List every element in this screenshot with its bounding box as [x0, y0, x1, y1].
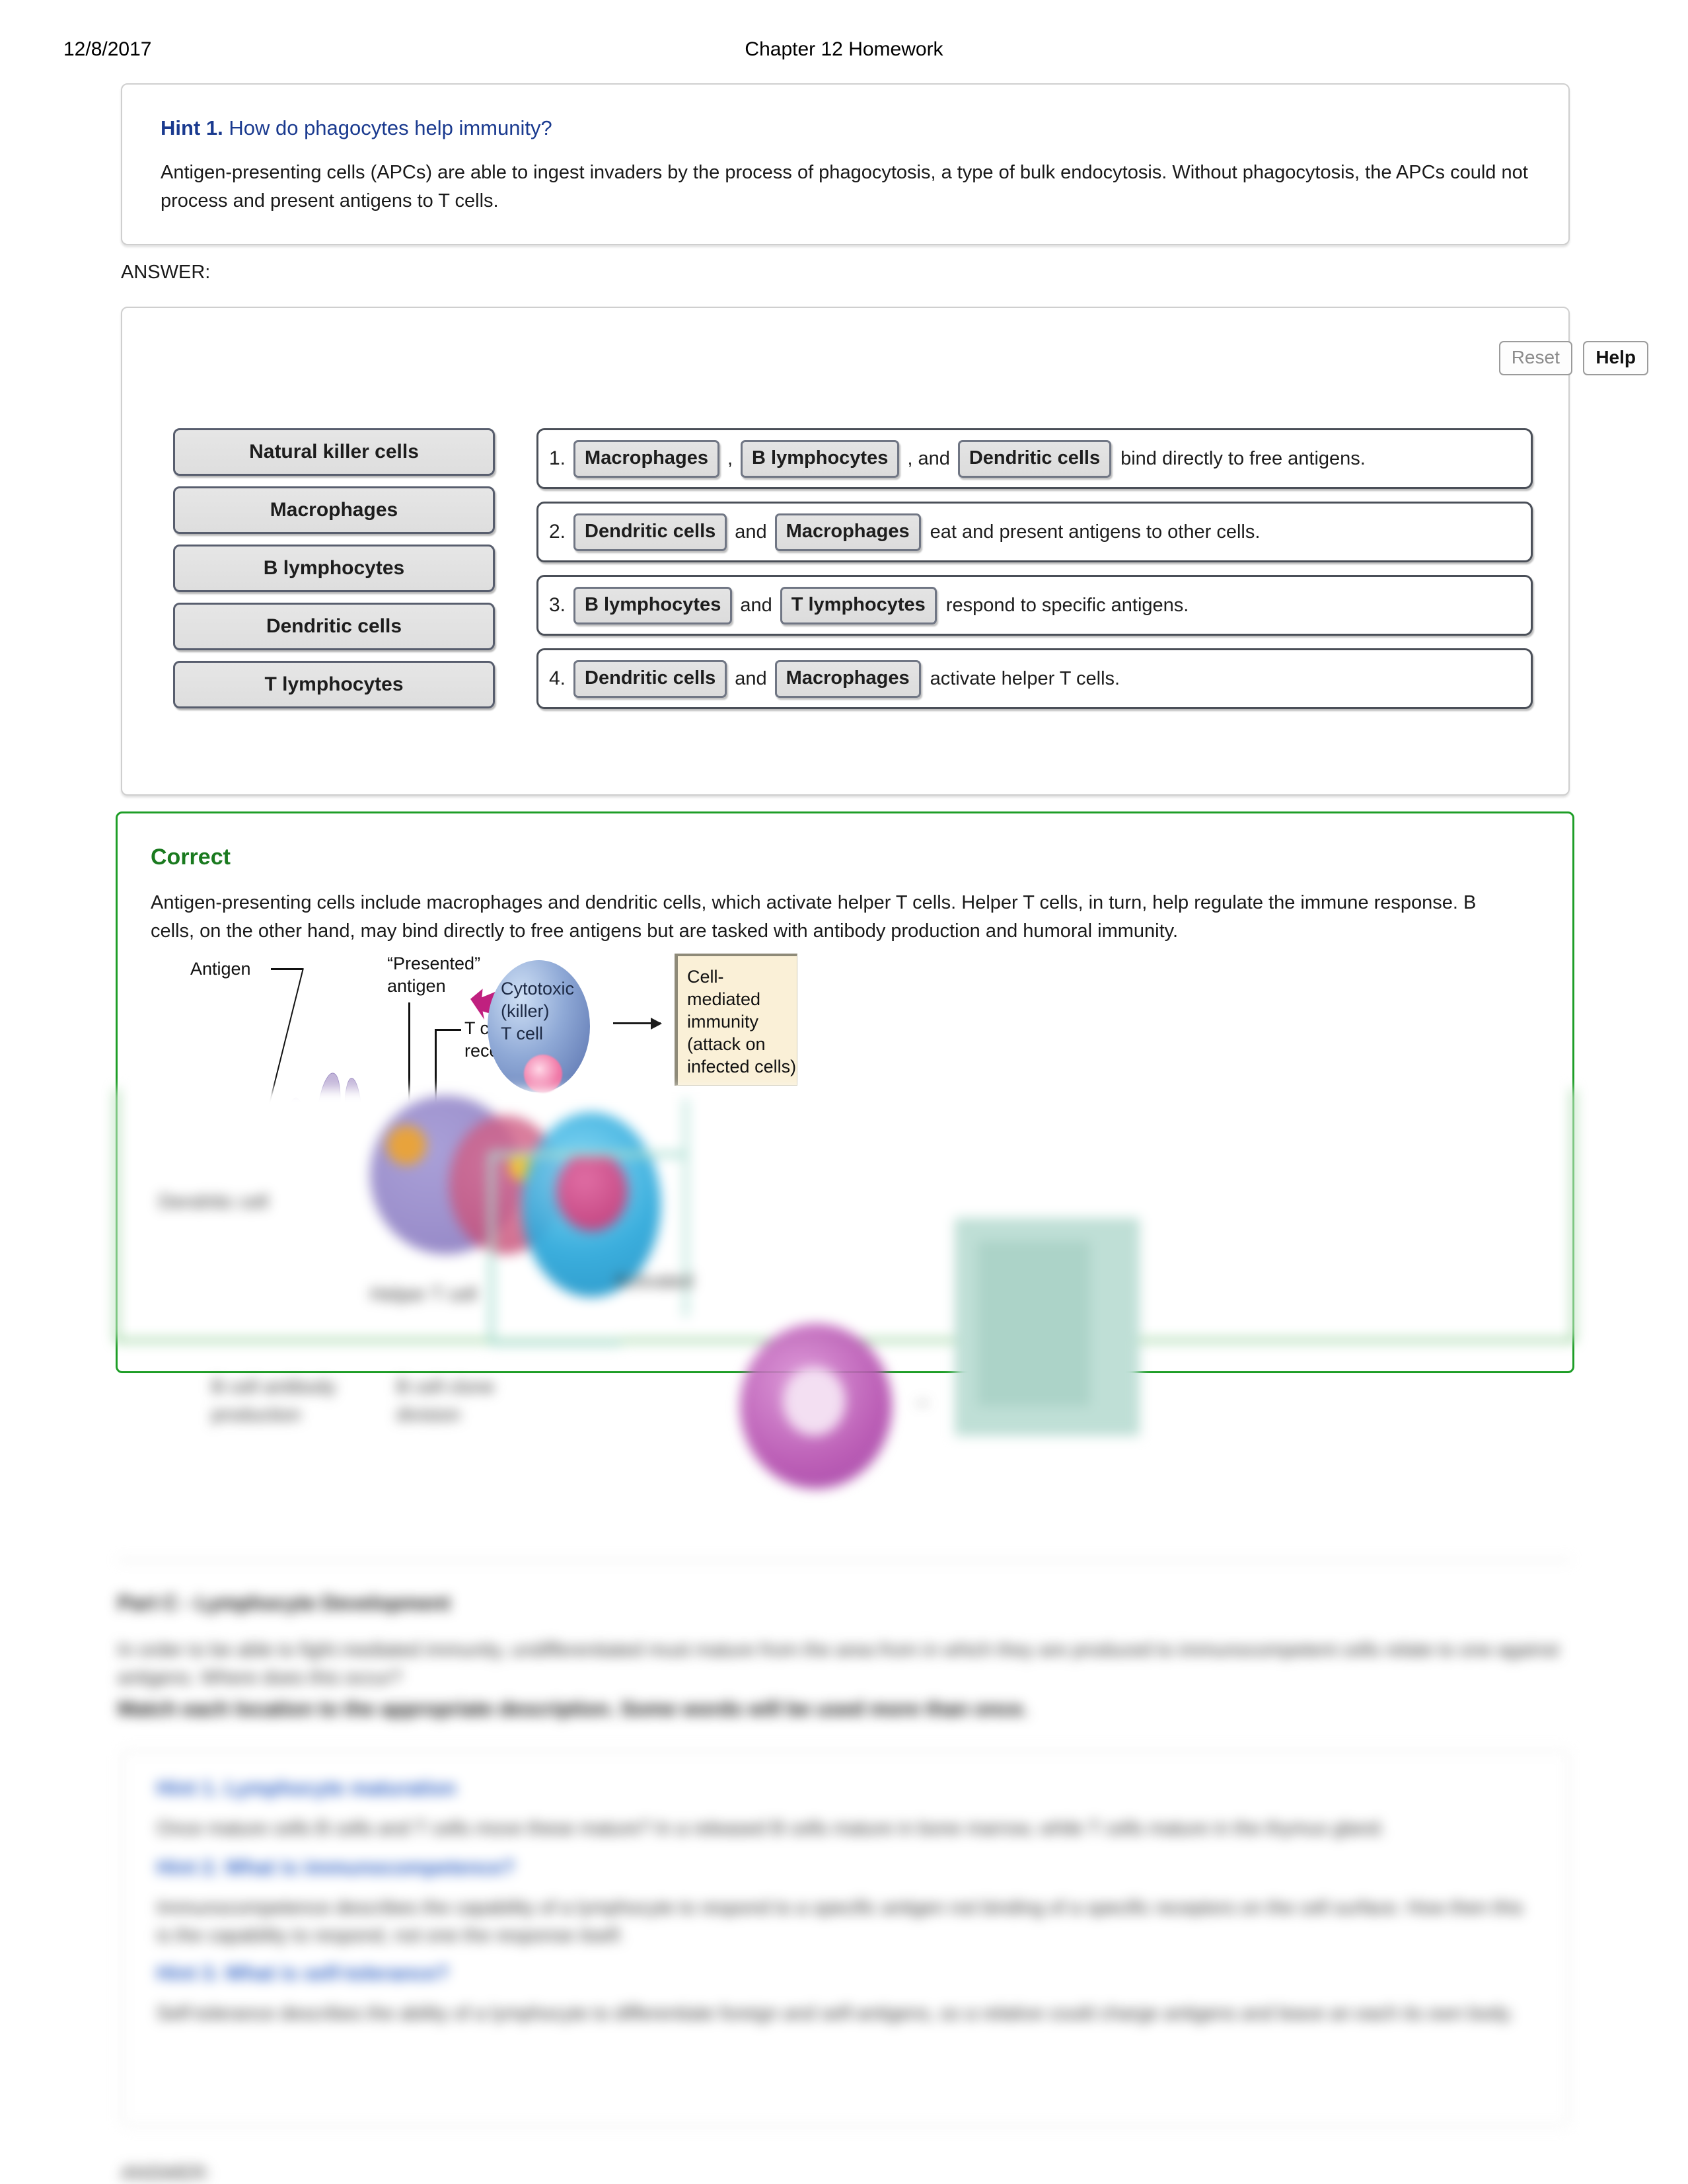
row-connector: and: [735, 521, 767, 543]
drop-slot-tile[interactable]: Dendritic cells: [573, 659, 727, 698]
help-button[interactable]: Help: [1583, 341, 1648, 375]
blurred-hint-title[interactable]: Hint 1. Lymphocyte maturation: [157, 1776, 457, 1800]
answer-row: 4. Dendritic cells and Macrophages activ…: [536, 648, 1533, 709]
hint-panel: Hint 1. How do phagocytes help immunity?…: [121, 83, 1570, 245]
blurred-figure-label: Dendritic cell: [159, 1191, 268, 1213]
figure-label-presented-antigen: “Presented” antigen: [387, 954, 481, 996]
blurred-outcome-box-text: [978, 1241, 1090, 1406]
row-number: 4.: [549, 667, 566, 689]
blurred-part-paragraph: In order to be able to fight mediated im…: [118, 1639, 1559, 1688]
blurred-figure-label: B cell antibody production: [211, 1376, 336, 1425]
blurred-answer-label: ANSWER:: [121, 2163, 211, 2184]
feedback-body-text: Antigen-presenting cells include macroph…: [151, 892, 1477, 942]
row-tail-text: activate helper T cells.: [930, 667, 1120, 689]
cell-mediated-immunity-box: Cell-mediated immunity (attack on infect…: [675, 954, 797, 1086]
blurred-divider: [118, 1560, 1571, 1561]
feedback-panel-continuation: [116, 1089, 1574, 1341]
answer-rows: 1. Macrophages , B lymphocytes , and Den…: [536, 428, 1533, 722]
answer-label: ANSWER:: [121, 262, 211, 283]
row-connector: and: [740, 594, 772, 616]
drop-slot-tile[interactable]: B lymphocytes: [573, 586, 733, 624]
drop-slot-tile[interactable]: Dendritic cells: [957, 439, 1112, 478]
blurred-nucleus-art: [783, 1367, 846, 1436]
drop-slot-tile[interactable]: Dendritic cells: [573, 513, 727, 551]
blurred-hint-text: Self-tolerance describes the ability of …: [157, 2003, 1514, 2024]
drop-slot-tile[interactable]: B lymphocytes: [741, 439, 900, 478]
word-bank-tile[interactable]: Macrophages: [173, 486, 495, 534]
hint-label: Hint 1.: [161, 116, 223, 139]
word-bank-tile[interactable]: Natural killer cells: [173, 428, 495, 476]
hint-heading: Hint 1. How do phagocytes help immunity?: [161, 116, 552, 140]
row-number: 1.: [549, 447, 566, 469]
blurred-connector-line: [489, 1152, 687, 1157]
figure-label-antigen: Antigen: [190, 959, 251, 979]
blurred-figure-label: Activated: [614, 1271, 694, 1292]
drop-slot-tile[interactable]: Macrophages: [774, 659, 921, 698]
status-badge: Correct: [151, 845, 231, 870]
blurred-connector-line: [489, 1152, 494, 1343]
row-connector: and: [735, 667, 767, 689]
row-tail-text: respond to specific antigens.: [945, 594, 1189, 616]
word-bank: Natural killer cells Macrophages B lymph…: [173, 428, 495, 719]
print-title: Chapter 12 Homework: [745, 38, 943, 60]
answer-row: 2. Dendritic cells and Macrophages eat a…: [536, 502, 1533, 562]
blurred-part-instruction: Match each location to the appropriate d…: [118, 1697, 1029, 1720]
blurred-figure-label: Helper T cell: [370, 1284, 477, 1305]
figure-label-cytotoxic-tcell: Cytotoxic (killer) T cell: [501, 979, 575, 1043]
blurred-connector-line: [489, 1340, 621, 1345]
reset-button[interactable]: Reset: [1498, 341, 1572, 375]
hint-question: How do phagocytes help immunity?: [223, 116, 552, 139]
word-bank-tile[interactable]: T lymphocytes: [173, 661, 495, 708]
printed-homework-page: 12/8/2017 Chapter 12 Homework Hint 1. Ho…: [0, 0, 1688, 2184]
word-bank-tile[interactable]: B lymphocytes: [173, 545, 495, 592]
hint-body-text: Antigen-presenting cells (APCs) are able…: [161, 162, 1528, 211]
print-header: 12/8/2017 Chapter 12 Homework: [0, 38, 1688, 65]
row-tail-text: eat and present antigens to other cells.: [930, 521, 1261, 543]
cytotoxic-tcell-nucleus: [524, 1055, 562, 1093]
drop-slot-tile[interactable]: Macrophages: [573, 439, 719, 478]
answer-row: 3. B lymphocytes and T lymphocytes respo…: [536, 575, 1533, 636]
blurred-nucleus-art: [556, 1152, 628, 1231]
drop-slot-tile[interactable]: Macrophages: [774, 513, 921, 551]
activity-toolbar: Reset Help: [1491, 341, 1648, 375]
row-number: 2.: [549, 521, 566, 543]
blurred-hint-text: Immunocompetence describes the capabilit…: [157, 1897, 1523, 1946]
figure-arrow-icon: [613, 1018, 662, 1030]
word-bank-tile[interactable]: Dendritic cells: [173, 603, 495, 650]
blurred-organelle-art: [386, 1125, 426, 1165]
antigen-leader-line: [271, 968, 303, 970]
blurred-hint-title[interactable]: Hint 3. What is self-tolerance?: [157, 1961, 449, 1985]
blurred-figure-label: B cell clone division: [396, 1376, 495, 1425]
row-connector: , and: [907, 447, 950, 469]
blurred-part-heading: Part C - Lymphocyte Development: [118, 1591, 451, 1614]
row-connector: ,: [727, 447, 733, 469]
row-number: 3.: [549, 594, 566, 616]
answer-row: 1. Macrophages , B lymphocytes , and Den…: [536, 428, 1533, 489]
blurred-hint-text: Once mature cells B cells and T cells mo…: [157, 1818, 1385, 1839]
tcell-receptor-leader: [435, 1029, 461, 1031]
blurred-hint-title[interactable]: Hint 2. What is immunocompetence?: [157, 1856, 515, 1879]
blurred-lower-content: Dendritic cell Helper T cell Activated B…: [0, 1089, 1688, 2184]
drop-slot-tile[interactable]: T lymphocytes: [780, 586, 937, 624]
row-tail-text: bind directly to free antigens.: [1120, 447, 1366, 469]
blurred-figure-label: →: [912, 1390, 931, 1411]
